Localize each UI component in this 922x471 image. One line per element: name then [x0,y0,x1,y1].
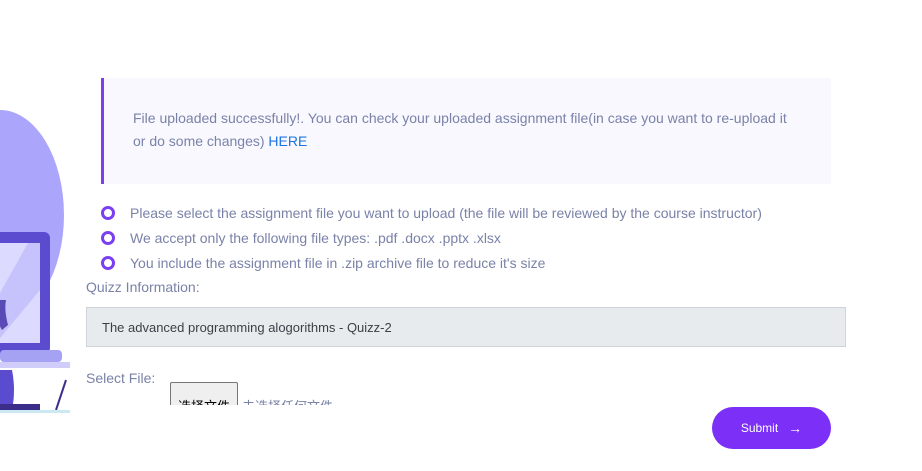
file-status-text: 未选择任何文件 [242,396,333,405]
instruction-text: You include the assignment file in .zip … [130,254,546,271]
instruction-text: Please select the assignment file you wa… [130,204,762,221]
instruction-text: We accept only the following file types:… [130,229,501,246]
file-input[interactable]: 选择文件 未选择任何文件 [170,382,470,405]
select-file-label: Select File: [86,370,156,386]
upload-success-alert: File uploaded successfully!. You can che… [101,78,831,184]
quiz-info-label: Quizz Information: [86,279,200,295]
submit-label: Submit [740,421,779,435]
alert-message: File uploaded successfully!. You can che… [133,107,793,153]
alert-message-text: File uploaded successfully!. You can che… [133,110,787,149]
circle-bullet-icon [101,255,115,270]
submit-button[interactable]: Submit → [712,407,831,449]
quiz-info-field: The advanced programming alogorithms - Q… [86,307,846,347]
circle-bullet-icon [101,205,115,220]
circle-bullet-icon [101,230,115,245]
list-item: You include the assignment file in .zip … [101,250,762,275]
quiz-info-value: The advanced programming alogorithms - Q… [102,319,392,335]
arrow-right-icon: → [788,420,803,436]
instruction-list: Please select the assignment file you wa… [101,200,762,275]
uploaded-file-link[interactable]: HERE [268,133,307,149]
person-laptop-illustration [0,110,70,413]
list-item: Please select the assignment file you wa… [101,200,762,225]
list-item: We accept only the following file types:… [101,225,762,250]
choose-file-button[interactable]: 选择文件 [170,382,238,405]
